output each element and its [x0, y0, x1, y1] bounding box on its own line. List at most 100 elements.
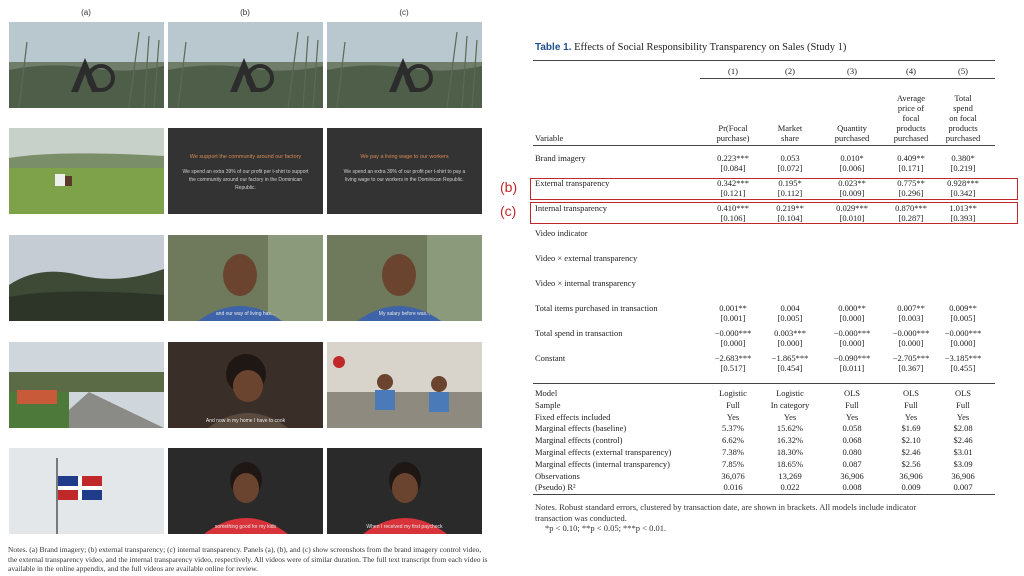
- cell-std-error: [0.003]: [898, 313, 924, 323]
- column-header-line: Market: [777, 123, 803, 133]
- stat-value: 0.009: [901, 482, 921, 493]
- stat-value: OLS: [954, 388, 972, 398]
- dominican-flag-image: [9, 448, 164, 534]
- stat-value: 0.022: [780, 482, 800, 493]
- column-header-line: products: [948, 123, 978, 133]
- cell-estimate: −1.865***: [771, 353, 809, 363]
- landscape-logo-image: [327, 22, 482, 108]
- stat-value: $1.69: [901, 423, 921, 434]
- frame-r5-a: [9, 448, 164, 534]
- stat-value: 18.30%: [776, 447, 804, 457]
- header-rule: [533, 145, 995, 146]
- cell-std-error: [0.006]: [839, 163, 865, 173]
- stat-value: 36,906: [840, 470, 864, 481]
- cell-estimate: −0.000***: [833, 328, 871, 338]
- stat-label: Marginal effects (baseline): [535, 423, 627, 434]
- column-header-line: focal: [902, 113, 920, 123]
- stat-value: 0.016: [723, 482, 743, 493]
- stat-value: Yes: [726, 411, 740, 422]
- column-header-line: Pr(Focal: [718, 123, 748, 133]
- stat-value: 7.85%: [722, 458, 744, 469]
- stat-value: 13,269: [778, 470, 802, 481]
- column-header-line: Average: [896, 93, 926, 103]
- stat-value: 0.007: [953, 482, 973, 493]
- row-label: Total spend in transaction: [535, 328, 623, 338]
- stat-value: Yes: [783, 411, 797, 422]
- video-subtitle: something good for my kids: [214, 524, 277, 530]
- stat-value: OLS: [902, 388, 920, 398]
- factory-workers-image: [327, 342, 482, 428]
- stat-value: $2.46: [901, 447, 921, 457]
- cell-estimate: 0.223***: [717, 153, 749, 163]
- woman-cooking-image: [168, 342, 323, 428]
- column-header-line: Quantity: [837, 123, 867, 133]
- table-title: Table 1. Effects of Social Responsibilit…: [535, 42, 846, 53]
- highlight-label-c: (c): [500, 203, 517, 219]
- cell-estimate: −0.000***: [892, 328, 930, 338]
- cell-std-error: [0.000]: [839, 313, 865, 323]
- row-label: Brand imagery: [535, 153, 586, 163]
- field-horse-image: [9, 128, 164, 214]
- cell-std-error: [0.011]: [839, 363, 865, 373]
- column-number: (1): [728, 66, 738, 76]
- stat-value: 0.068: [842, 435, 862, 446]
- cell-std-error: [0.171]: [898, 163, 924, 173]
- cell-estimate: 0.009**: [949, 303, 977, 313]
- video-subtitle: My salary before was...: [378, 311, 431, 317]
- stat-value: 36,906: [899, 470, 923, 481]
- man-interview-image: [168, 235, 323, 321]
- cell-estimate: −0.000***: [714, 328, 752, 338]
- cell-std-error: [0.000]: [777, 338, 803, 348]
- landscape-logo-image: [9, 22, 164, 108]
- stat-label: (Pseudo) R²: [535, 482, 576, 493]
- stat-value: 6.62%: [722, 435, 744, 446]
- figure-notes: Notes. (a) Brand imagery; (b) external t…: [8, 545, 488, 573]
- cell-std-error: [0.000]: [720, 338, 746, 348]
- stat-value: Full: [726, 399, 740, 410]
- frame-r2-b: We support the community around our fact…: [168, 128, 323, 214]
- frame-r3-a: [9, 235, 164, 321]
- cell-estimate: −2.683***: [714, 353, 752, 363]
- column-label-a: (a): [81, 8, 91, 17]
- frame-r3-b: and our way of living has...: [168, 235, 323, 321]
- cell-std-error: [0.219]: [950, 163, 976, 173]
- cell-std-error: [0.367]: [898, 363, 924, 373]
- table-top-rule: [533, 60, 995, 61]
- stat-value: Full: [956, 399, 970, 410]
- man-interview-image: [327, 235, 482, 321]
- column-header-line: on focal: [949, 113, 977, 123]
- cell-estimate: 0.010*: [840, 153, 864, 163]
- column-header-line: products: [896, 123, 926, 133]
- stat-value: $2.10: [901, 435, 921, 446]
- stat-label: Marginal effects (control): [535, 435, 623, 446]
- table-bottom-rule: [533, 494, 995, 495]
- cell-std-error: [0.072]: [777, 163, 803, 173]
- table-label: Table 1.: [535, 42, 572, 53]
- stat-label: Model: [535, 388, 558, 398]
- stat-value: 36,906: [951, 470, 975, 481]
- variable-header: Variable: [535, 133, 564, 143]
- landscape-logo-image: [168, 22, 323, 108]
- cell-estimate: −0.090***: [833, 353, 871, 363]
- frame-r1-b: [168, 22, 323, 108]
- stat-label: Marginal effects (external transparency): [535, 447, 672, 457]
- cell-estimate: −3.185***: [944, 353, 982, 363]
- cell-std-error: [0.005]: [777, 313, 803, 323]
- row-label: Video × external transparency: [535, 253, 638, 263]
- cell-estimate: −0.000***: [944, 328, 982, 338]
- stat-value: $2.46: [953, 435, 973, 446]
- column-header-line: price of: [897, 103, 925, 113]
- stat-value: OLS: [843, 388, 861, 398]
- stat-value: $2.56: [901, 458, 921, 469]
- frame-r4-b: And now in my home I have to cook: [168, 342, 323, 428]
- cell-estimate: 0.000**: [838, 303, 866, 313]
- stat-value: Yes: [845, 411, 859, 422]
- slide-body: We spend an extra 39% of our profit per …: [343, 169, 466, 183]
- row-label: Video × internal transparency: [535, 278, 636, 288]
- column-header-line: purchase): [716, 133, 750, 143]
- highlight-box-internal: [530, 202, 1018, 224]
- cell-std-error: [0.084]: [720, 163, 746, 173]
- woman-interview-image: [327, 448, 482, 534]
- stat-value: $3.09: [953, 458, 973, 469]
- cell-std-error: [0.517]: [720, 363, 746, 373]
